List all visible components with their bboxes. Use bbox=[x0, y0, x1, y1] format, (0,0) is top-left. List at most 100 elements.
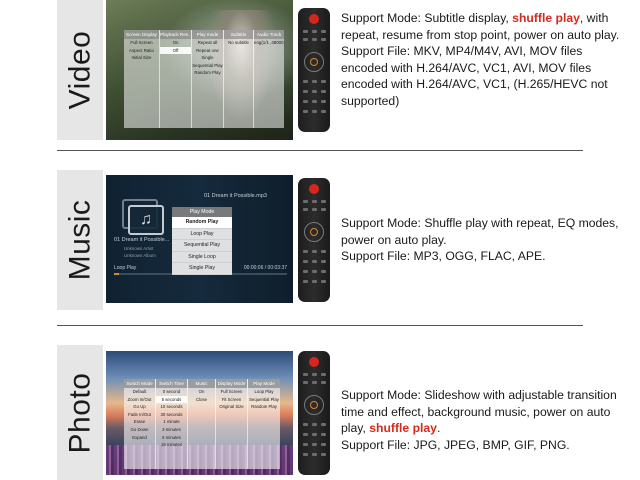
music-support-file: Support File: MP3, OGG, FLAC, APE. bbox=[341, 249, 546, 264]
photo-menu-item: Full Screen bbox=[220, 389, 243, 394]
photo-menu-header: Switch Mode bbox=[124, 379, 155, 388]
video-menu-column-subtitle: Subtitle No subtitle bbox=[224, 30, 254, 128]
photo-menu-header: Display Mode bbox=[216, 379, 247, 388]
video-menu-header: Subtitle bbox=[224, 30, 253, 39]
video-support-file: Support File: MKV, MP4/M4V, AVI, MOV fil… bbox=[341, 44, 608, 108]
photo-menu-item: 15 minutes bbox=[160, 442, 183, 448]
play-mode-item: Sequential Play bbox=[172, 240, 232, 252]
photo-menu-item: Erase bbox=[133, 419, 146, 425]
video-menu-item: No subtitle bbox=[228, 40, 249, 45]
power-button-icon bbox=[309, 356, 319, 367]
music-artist: Unknown Artist bbox=[124, 246, 154, 251]
photo-label: Photo bbox=[63, 372, 96, 453]
photo-menu-item: Go Up bbox=[133, 404, 146, 410]
play-mode-item-selected: Random Play bbox=[172, 217, 232, 229]
shuffle-play-highlight: shuffle play bbox=[512, 11, 580, 25]
power-button-icon bbox=[309, 184, 319, 194]
video-menu-item: eng(1/1 ,48000,2 bbox=[254, 40, 284, 45]
video-menu-column-playback-resume: Playback Res... On Off bbox=[160, 30, 192, 128]
photo-menu-column-music: Music On Close bbox=[188, 379, 216, 469]
video-menu-item: Random Play bbox=[194, 70, 221, 75]
photo-menu-column-switch-time: Switch Time 0 second 5 seconds 10 second… bbox=[156, 379, 188, 469]
remote-control-icon bbox=[298, 350, 330, 475]
photo-menu-item: Fade In/Out bbox=[128, 411, 151, 417]
shuffle-play-highlight: shuffle play bbox=[369, 421, 437, 436]
photo-menu-header: Music bbox=[188, 379, 215, 388]
video-remote-image bbox=[295, 0, 333, 140]
music-support-mode: Support Mode: Shuffle play with repeat, … bbox=[341, 216, 619, 247]
video-label: Video bbox=[63, 30, 96, 110]
video-menu-header: Audio Track bbox=[254, 30, 284, 39]
photo-menu-item: Expand bbox=[132, 434, 147, 440]
section-divider bbox=[57, 150, 583, 151]
play-mode-menu-header: Play Mode bbox=[172, 207, 232, 217]
video-menu-item: Initial Size bbox=[131, 55, 152, 60]
photo-support-mode: Support Mode: Slideshow with adjustable … bbox=[341, 388, 617, 436]
photo-menu-item: Zoom In/Out bbox=[127, 396, 152, 402]
video-menu-item-selected: Off bbox=[160, 46, 191, 54]
photo-settings-menu: Switch Mode Default Zoom In/Out Go Up Fa… bbox=[124, 379, 280, 469]
ok-button-icon bbox=[310, 58, 318, 66]
photo-menu-item: Sequential Play bbox=[249, 396, 279, 402]
photo-menu-column-display-mode: Display Mode Full Screen Fit Screen Orig… bbox=[216, 379, 248, 469]
video-description: Support Mode: Subtitle display, shuffle … bbox=[341, 10, 631, 110]
music-section: Music ♫ 01 Dream it Possible.mp3 ... 01 … bbox=[0, 170, 640, 310]
video-menu-header: Playback Res... bbox=[160, 30, 191, 39]
video-label-bar: Video bbox=[57, 0, 103, 140]
photo-menu-item: 30 seconds bbox=[160, 411, 183, 417]
photo-menu-column-switch-mode: Switch Mode Default Zoom In/Out Go Up Fa… bbox=[124, 379, 156, 469]
ok-button-icon bbox=[310, 400, 318, 409]
play-mode-item: Single Play bbox=[172, 263, 232, 275]
photo-menu-item: On bbox=[198, 389, 205, 394]
music-description: Support Mode: Shuffle play with repeat, … bbox=[341, 215, 631, 265]
music-remote-image bbox=[295, 170, 333, 310]
video-menu-item: Full Screen bbox=[130, 40, 153, 45]
photo-menu-item: Random Play bbox=[251, 404, 277, 410]
photo-menu-item: 1 minute bbox=[163, 419, 180, 425]
photo-label-bar: Photo bbox=[57, 345, 103, 480]
ok-button-icon bbox=[310, 228, 318, 236]
music-note-icon: ♫ bbox=[128, 205, 164, 235]
video-menu-item: Sequential Play bbox=[192, 62, 223, 68]
play-mode-item: Loop Play bbox=[172, 229, 232, 240]
music-label-bar: Music bbox=[57, 170, 103, 310]
music-time: 00:00:06 / 00:03:37 bbox=[243, 265, 287, 271]
music-screenshot: ♫ 01 Dream it Possible.mp3 ... 01 Dream … bbox=[106, 175, 293, 303]
video-menu-item: On bbox=[172, 40, 179, 45]
music-track-name: 01 Dream it Possible.mp3 bbox=[204, 193, 267, 199]
music-label: Music bbox=[63, 199, 96, 281]
video-menu-item: Repeat one bbox=[196, 47, 219, 53]
video-support-mode: Support Mode: Subtitle display, shuffle … bbox=[341, 11, 620, 42]
video-menu-item: Repeat all bbox=[197, 40, 218, 45]
photo-menu-item: Loop Play bbox=[254, 389, 274, 394]
video-menu-column-audio-track: Audio Track eng(1/1 ,48000,2 bbox=[254, 30, 284, 128]
music-progress-fill bbox=[114, 273, 120, 275]
photo-menu-item: Original Size bbox=[219, 404, 244, 410]
photo-remote-image bbox=[295, 345, 333, 480]
photo-menu-item: 5 minutes bbox=[162, 434, 181, 440]
photo-menu-item-selected: 5 seconds bbox=[156, 395, 187, 404]
play-mode-item: Single Loop bbox=[172, 252, 232, 263]
section-divider bbox=[57, 325, 583, 326]
music-loop-status: Loop Play bbox=[114, 265, 137, 271]
video-menu-header: Play mode bbox=[192, 30, 223, 39]
remote-control-icon bbox=[298, 8, 330, 132]
play-mode-menu: Play Mode Random Play Loop Play Sequenti… bbox=[172, 207, 232, 275]
video-menu-column-play-mode: Play mode Repeat all Repeat one Single S… bbox=[192, 30, 224, 128]
photo-menu-item: Fit Screen bbox=[221, 396, 242, 402]
photo-menu-header: Play Mode bbox=[248, 379, 280, 388]
photo-menu-column-play-mode: Play Mode Loop Play Sequential Play Rand… bbox=[248, 379, 280, 469]
photo-menu-item: Default bbox=[132, 389, 147, 394]
photo-support-file: Support File: JPG, JPEG, BMP, GIF, PNG. bbox=[341, 437, 570, 452]
music-album: Unknown Album bbox=[124, 253, 156, 258]
photo-menu-header: Switch Time bbox=[156, 379, 187, 388]
video-menu-column-screen-display: Screen Display Full Screen Aspect Ratio … bbox=[124, 30, 160, 128]
video-menu-item: Aspect Ratio bbox=[129, 47, 154, 53]
video-section: Video Screen Display Full Screen Aspect … bbox=[0, 0, 640, 140]
photo-section: Photo Switch Mode Default Zoom In/Out Go… bbox=[0, 345, 640, 480]
photo-menu-item: Go Down bbox=[130, 426, 149, 432]
photo-menu-item: 10 seconds bbox=[160, 404, 183, 410]
video-menu-item: Single bbox=[201, 55, 214, 60]
photo-description: Support Mode: Slideshow with adjustable … bbox=[341, 387, 631, 453]
video-settings-menu: Screen Display Full Screen Aspect Ratio … bbox=[124, 30, 284, 128]
